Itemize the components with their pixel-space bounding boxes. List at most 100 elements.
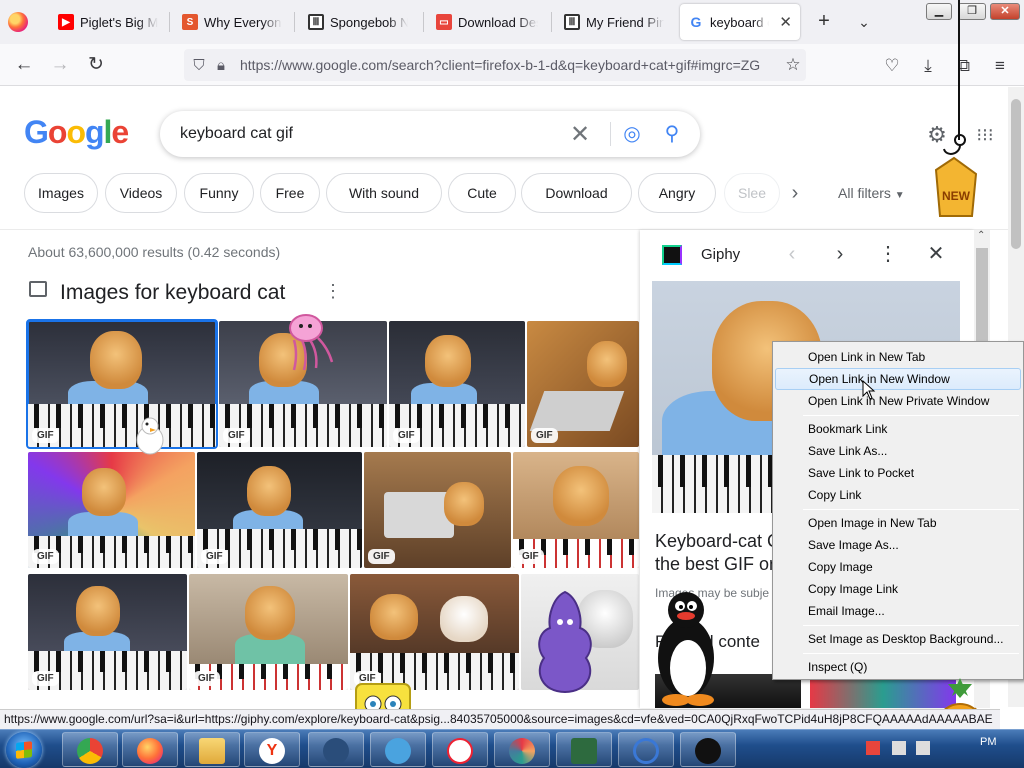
source-name[interactable]: Giphy <box>701 246 740 263</box>
image-result[interactable]: GIF <box>26 319 218 449</box>
menu-bookmark-link[interactable]: Bookmark Link <box>775 418 1021 440</box>
image-result[interactable]: GIF <box>527 321 639 447</box>
taskbar-app[interactable] <box>308 732 364 767</box>
image-result[interactable]: GIF <box>197 452 362 568</box>
tray-network-icon[interactable] <box>892 741 906 755</box>
menu-save-link-as[interactable]: Save Link As... <box>775 440 1021 462</box>
cat-figure <box>440 596 488 642</box>
download-site-icon: ▭ <box>436 14 452 30</box>
s-icon: S <box>182 14 198 30</box>
taskbar-chrome[interactable] <box>62 732 118 767</box>
image-result[interactable]: GIF <box>189 574 348 690</box>
tray-volume-icon[interactable] <box>916 741 930 755</box>
taskbar-yandex[interactable]: Y <box>244 732 300 767</box>
image-result[interactable]: GIF <box>513 452 639 568</box>
start-button[interactable] <box>6 732 42 768</box>
reload-button[interactable]: ↻ <box>82 52 110 78</box>
chip-angry[interactable]: Angry <box>638 173 716 213</box>
tab-2[interactable]: S Why Everyone S <box>174 4 290 40</box>
logo-letter: G <box>24 114 49 150</box>
image-result[interactable]: GIF <box>28 574 187 690</box>
taskbar-explorer[interactable] <box>184 732 240 767</box>
taskbar-snipping[interactable] <box>432 732 488 767</box>
tab-list-button[interactable]: ⌄ <box>854 10 874 34</box>
menu-copy-link[interactable]: Copy Link <box>775 484 1021 506</box>
firefox-menu-icon[interactable] <box>8 12 28 32</box>
menu-open-link-private-window[interactable]: Open Link in New Private Window <box>775 390 1021 412</box>
menu-save-image-as[interactable]: Save Image As... <box>775 534 1021 556</box>
extensions-icon[interactable]: ⧉ <box>952 54 976 78</box>
more-vertical-icon[interactable]: ⋮ <box>876 242 900 266</box>
new-tab-button[interactable]: + <box>812 10 836 34</box>
terminal-icon <box>571 738 597 764</box>
app-menu-icon[interactable]: ≡ <box>988 54 1012 78</box>
menu-open-link-new-window[interactable]: Open Link in New Window <box>775 368 1021 390</box>
taskbar-firefox[interactable] <box>122 732 178 767</box>
chip-free[interactable]: Free <box>260 173 320 213</box>
lens-camera-icon[interactable]: ◎ <box>620 122 644 146</box>
chip-with-sound[interactable]: With sound <box>326 173 442 213</box>
tab-active[interactable]: G keyboard cat ✕ <box>680 4 800 40</box>
tab-3[interactable]: Ⅲ Spongebob Nic <box>300 4 416 40</box>
menu-inspect[interactable]: Inspect (Q) <box>775 656 1021 678</box>
chip-videos[interactable]: Videos <box>105 173 177 213</box>
next-image-icon[interactable]: › <box>828 242 852 266</box>
image-result[interactable]: GIF <box>389 321 525 447</box>
taskbar-paint[interactable] <box>494 732 550 767</box>
menu-open-image-new-tab[interactable]: Open Image in New Tab <box>775 512 1021 534</box>
chip-download[interactable]: Download <box>521 173 632 213</box>
chip-sleep[interactable]: Slee <box>724 173 780 213</box>
chip-cute[interactable]: Cute <box>448 173 516 213</box>
image-result[interactable]: GIF <box>350 574 519 690</box>
menu-copy-image-link[interactable]: Copy Image Link <box>775 578 1021 600</box>
chip-images[interactable]: Images <box>24 173 98 213</box>
bookmark-star-icon[interactable]: ☆ <box>780 55 806 75</box>
back-button[interactable]: ← <box>10 52 38 78</box>
lock-icon[interactable]: 🔒︎ <box>210 57 232 74</box>
all-filters-label: All filters <box>838 185 891 201</box>
search-box[interactable]: keyboard cat gif ✕ ◎ ⚲ <box>160 111 700 157</box>
taskbar-app[interactable] <box>370 732 426 767</box>
downloads-icon[interactable]: ⤓ <box>916 54 940 78</box>
tab-5[interactable]: Ⅲ My Friend Ping <box>556 4 672 40</box>
search-input[interactable]: keyboard cat gif <box>180 125 293 143</box>
clear-search-icon[interactable]: ✕ <box>570 120 590 149</box>
tab-separator <box>294 12 295 32</box>
chevron-right-icon[interactable]: › <box>782 180 808 206</box>
scroll-up-icon[interactable]: ⌃ <box>977 230 985 241</box>
previous-image-icon[interactable]: ‹ <box>780 242 804 266</box>
search-icon[interactable]: ⚲ <box>660 122 684 146</box>
taskbar-pingu[interactable] <box>680 732 736 767</box>
cat-figure <box>247 466 291 516</box>
image-result[interactable]: GIF <box>28 452 195 568</box>
page-scrollbar-thumb[interactable] <box>1011 99 1021 249</box>
minimize-button[interactable]: ▁ <box>926 3 952 20</box>
close-tab-icon[interactable]: ✕ <box>779 13 792 31</box>
tab-1[interactable]: ▶ Piglet's Big Mo <box>50 4 166 40</box>
close-panel-icon[interactable]: ✕ <box>924 242 948 266</box>
taskbar-clock[interactable]: PM <box>980 736 997 748</box>
shield-icon[interactable]: ⛉ <box>188 57 210 74</box>
url-bar[interactable]: ⛉ 🔒︎ https://www.google.com/search?clien… <box>184 49 806 81</box>
maximize-button[interactable]: ❐ <box>958 3 986 20</box>
taskbar-app[interactable] <box>618 732 674 767</box>
image-result[interactable]: GIF <box>364 452 511 568</box>
forward-button[interactable]: → <box>46 52 74 78</box>
chip-funny[interactable]: Funny <box>184 173 254 213</box>
close-window-button[interactable]: ✕ <box>990 3 1020 20</box>
more-vertical-icon[interactable]: ⋮ <box>324 281 342 302</box>
menu-copy-image[interactable]: Copy Image <box>775 556 1021 578</box>
menu-save-link-to-pocket[interactable]: Save Link to Pocket <box>775 462 1021 484</box>
url-text[interactable]: https://www.google.com/search?client=fir… <box>240 57 780 73</box>
menu-email-image[interactable]: Email Image... <box>775 600 1021 622</box>
tab-4[interactable]: ▭ Download Desk <box>428 4 546 40</box>
all-filters-button[interactable]: All filters ▼ <box>838 185 905 201</box>
taskbar-app[interactable] <box>556 732 612 767</box>
menu-open-link-new-tab[interactable]: Open Link in New Tab <box>775 346 1021 368</box>
google-logo[interactable]: Google <box>24 114 129 151</box>
logo-letter: g <box>84 114 105 150</box>
pocket-icon[interactable]: ♡ <box>880 54 904 78</box>
tray-flag-icon[interactable] <box>866 741 880 755</box>
pingu-sticker-icon <box>658 592 714 706</box>
menu-set-desktop-background[interactable]: Set Image as Desktop Background... <box>775 628 1021 650</box>
